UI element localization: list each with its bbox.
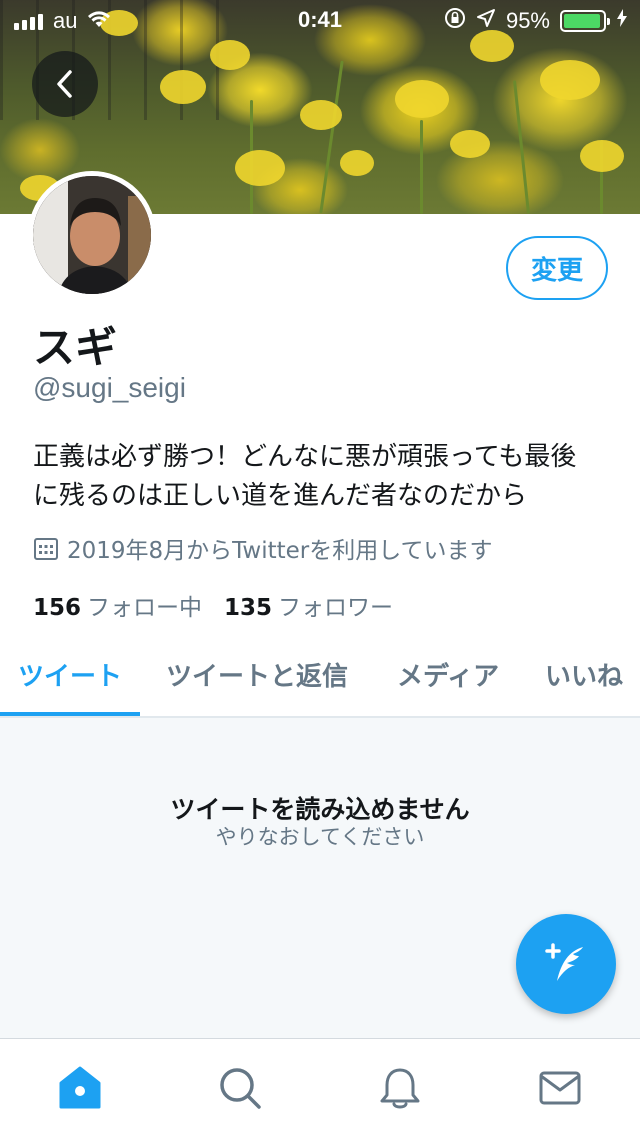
bio-line: に残るのは正しい道を進んだ者なのだから [33, 481, 528, 511]
nav-home[interactable] [55, 1065, 105, 1111]
bottom-tab-bar [0, 1038, 640, 1136]
bio-line: 正義は必ず勝つ！どんなに悪が頑張っても最後 [33, 442, 577, 472]
following-count: 156 [33, 595, 82, 621]
orientation-lock-icon [444, 7, 466, 35]
bio: 正義は必ず勝つ！どんなに悪が頑張っても最後 に残るのは正しい道を進んだ者なのだか… [33, 438, 613, 516]
user-handle: @sugi_seigi [33, 372, 186, 403]
profile-tabs: ツイート ツイートと返信 メディア いいね [0, 636, 640, 718]
home-icon [59, 1066, 101, 1109]
nav-search[interactable] [215, 1065, 265, 1111]
status-bar: au 0:41 95% [0, 0, 640, 40]
tab-media[interactable]: メディア [397, 656, 499, 693]
battery-icon [560, 10, 610, 32]
search-icon [220, 1068, 261, 1109]
error-subtitle[interactable]: やりなおしてください [0, 821, 640, 851]
battery-percent: 95% [505, 8, 550, 33]
display-name: スギ [33, 323, 118, 372]
following-link[interactable]: 156 フォロー中 [33, 588, 202, 622]
location-icon [476, 8, 496, 34]
edit-profile-button[interactable]: 変更 [506, 236, 608, 300]
active-tab-indicator [0, 712, 140, 716]
charging-icon [616, 8, 628, 34]
joined-text: 2019年8月からTwitterを利用しています [67, 538, 493, 564]
avatar[interactable] [28, 171, 156, 299]
tab-tweets[interactable]: ツイート [18, 656, 122, 693]
compose-tweet-icon [545, 943, 583, 981]
followers-label: フォロワー [278, 595, 394, 621]
tab-tweets-and-replies[interactable]: ツイートと返信 [166, 656, 348, 693]
follow-stats: 156 フォロー中 135 フォロワー [33, 588, 393, 622]
back-button[interactable] [32, 51, 98, 117]
calendar-icon [34, 538, 58, 560]
compose-tweet-button[interactable] [516, 914, 616, 1014]
following-label: フォロー中 [87, 595, 203, 621]
nav-messages[interactable] [535, 1065, 585, 1111]
mail-icon [539, 1071, 581, 1105]
tab-likes[interactable]: いいね [545, 656, 623, 693]
chevron-left-icon [57, 70, 72, 98]
bell-icon [380, 1068, 420, 1109]
followers-count: 135 [224, 595, 273, 621]
followers-link[interactable]: 135 フォロワー [224, 588, 393, 622]
joined-date: 2019年8月からTwitterを利用しています [33, 531, 493, 565]
nav-notifications[interactable] [375, 1065, 425, 1111]
